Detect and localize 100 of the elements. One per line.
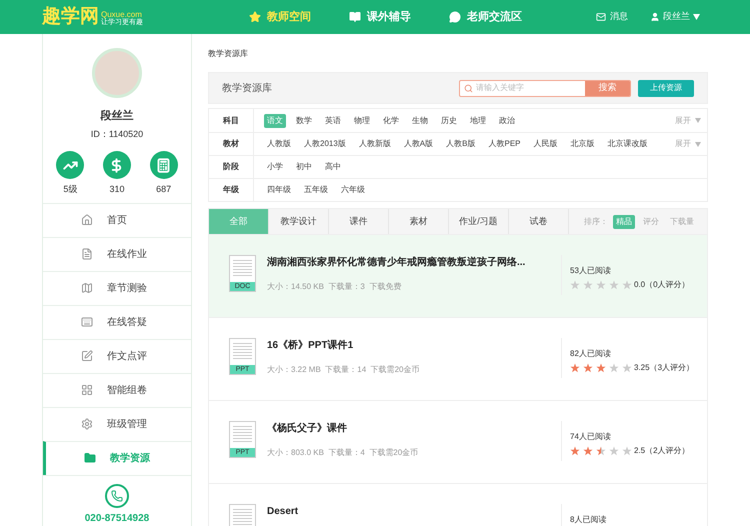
read-count: 8人已阅读 (570, 514, 608, 526)
star-icon (622, 280, 632, 290)
user-id: ID：1140520 (90, 128, 144, 140)
star-icon (570, 363, 580, 373)
filter-option[interactable]: 五年级 (301, 183, 331, 197)
stat-value: 687 (156, 183, 172, 196)
logo-domain: Quxue.com (101, 11, 142, 19)
sort-label: 排序： (584, 216, 608, 228)
document-icon (81, 248, 93, 260)
filter-option[interactable]: 历史 (438, 114, 460, 128)
user-name: 段丝兰 (100, 108, 134, 124)
filter-option[interactable]: 人教版 (264, 137, 294, 151)
rating-text: 3.25（3人评分） (634, 362, 694, 374)
star-icon (583, 280, 593, 290)
resource-title[interactable]: 16《桥》PPT课件1 (267, 338, 561, 353)
category-tab[interactable]: 试卷 (509, 209, 569, 234)
star-icon (609, 363, 619, 373)
sidebar-menu-item[interactable]: 章节测验 (43, 270, 191, 304)
star-icon (596, 446, 606, 456)
filter-option[interactable]: 人教PEP (485, 137, 524, 151)
read-count: 53人已阅读 (570, 265, 612, 277)
resource-meta: 大小：14.50 KB 下载量：3 下载免费 (267, 281, 402, 293)
filter-option[interactable]: 生物 (409, 114, 431, 128)
resource-meta: 大小：803.0 KB 下载量：4 下载需20金币 (267, 447, 420, 459)
sidebar-menu-item[interactable]: 在线答疑 (43, 304, 191, 338)
home-icon (81, 214, 93, 226)
filter-option[interactable]: 四年级 (264, 183, 294, 197)
filter-option[interactable]: 政治 (496, 114, 518, 128)
map-icon (81, 282, 93, 294)
breadcrumb: 教学资源库 (208, 48, 249, 60)
filter-option[interactable]: 人教A版 (400, 137, 436, 151)
star-icon (570, 280, 580, 290)
sidebar-menu-item[interactable]: 首页 (43, 202, 191, 236)
star-icon (622, 446, 632, 456)
filter-option[interactable]: 英语 (322, 114, 344, 128)
category-tab[interactable]: 教学设计 (269, 209, 329, 234)
mail-icon (596, 12, 606, 22)
user-icon (650, 12, 660, 22)
filter-label: 教材 (209, 133, 254, 155)
logo-text: 趣学网 (42, 7, 99, 27)
filter-option[interactable]: 地理 (467, 114, 489, 128)
rating-text: 0.0（0人评分） (634, 279, 690, 291)
category-tab[interactable]: 作业/习题 (449, 209, 509, 234)
resource-title[interactable]: 湖南湘西张家界怀化常德青少年戒网瘾管教叛逆孩子网络... (267, 255, 561, 270)
filter-option[interactable]: 人教2013版 (301, 137, 349, 151)
chat-bubble-icon (449, 11, 461, 23)
sidebar-menu-item[interactable]: 在线作业 (43, 236, 191, 270)
star-icon (249, 11, 261, 23)
star-icon (583, 363, 593, 373)
star-icon (622, 363, 632, 373)
book-icon (349, 11, 361, 23)
filter-option[interactable]: 六年级 (338, 183, 368, 197)
star-icon (596, 363, 606, 373)
star-icon (596, 280, 606, 290)
filter-label: 阶段 (209, 156, 254, 178)
keyboard-icon (81, 316, 93, 328)
sidebar-menu-item[interactable]: 作文点评 (43, 338, 191, 372)
filter-label: 科目 (209, 109, 254, 132)
panel-title: 教学资源库 (222, 82, 272, 96)
folder-icon (84, 452, 96, 464)
resource-meta: 大小：3.22 MB 下载量：14 下载需20金币 (267, 364, 420, 376)
stat-value: 310 (109, 183, 124, 196)
caret-icon (695, 118, 701, 123)
avatar (92, 48, 142, 98)
read-count: 82人已阅读 (570, 348, 612, 360)
filter-option[interactable]: 北京版 (568, 137, 598, 151)
caret-icon (695, 142, 701, 146)
filter-option[interactable]: 人教B版 (443, 137, 478, 151)
resource-title[interactable]: Desert (267, 504, 561, 519)
filter-option[interactable]: 人民版 (530, 137, 560, 151)
phone-icon (111, 490, 123, 502)
read-count: 74人已阅读 (570, 431, 612, 443)
edit-icon (81, 350, 93, 362)
filter-label: 年级 (209, 179, 254, 201)
filter-option[interactable]: 化学 (380, 114, 402, 128)
sidebar-menu-item[interactable]: 智能组卷 (43, 372, 191, 406)
search-icon (464, 84, 473, 92)
grid-icon (81, 384, 93, 396)
star-icon (609, 446, 619, 456)
filter-option[interactable]: 初中 (293, 160, 315, 174)
filter-option[interactable]: 物理 (351, 114, 373, 128)
calculator-icon (156, 158, 172, 172)
resource-title[interactable]: 《杨氏父子》课件 (267, 421, 561, 436)
star-icon (583, 446, 593, 456)
star-icon (609, 280, 619, 290)
filter-option[interactable]: 人教新版 (356, 137, 394, 151)
filter-option[interactable]: 北京课改版 (604, 137, 650, 151)
sidebar-menu-item[interactable]: 班级管理 (43, 406, 191, 440)
resource-item[interactable]: Desert 8人已阅读 (208, 484, 708, 526)
rating-text: 2.5（2人评分） (634, 445, 690, 457)
settings-icon (81, 418, 93, 430)
filter-option[interactable]: 高中 (322, 160, 344, 174)
category-tab[interactable]: 素材 (389, 209, 449, 234)
star-icon (570, 446, 580, 456)
category-tab[interactable]: 课件 (329, 209, 389, 234)
phone-number: 020-87514928 (84, 512, 150, 526)
filter-option[interactable]: 数学 (293, 114, 315, 128)
stat-value: 5级 (63, 183, 78, 196)
caret-icon (693, 14, 700, 20)
filter-option[interactable]: 小学 (264, 160, 286, 174)
